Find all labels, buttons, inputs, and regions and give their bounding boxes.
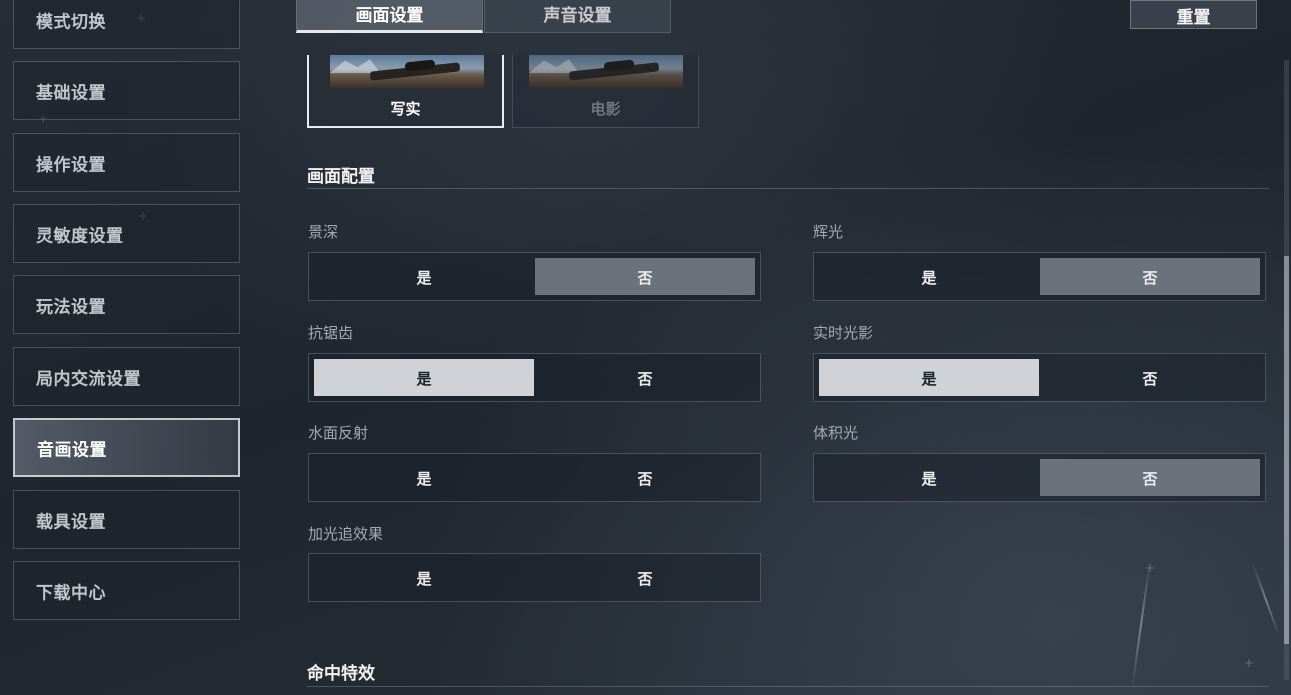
toggle-yes-label: 是 (921, 470, 937, 488)
sidebar-item-label: 玩法设置 (36, 297, 106, 317)
section-divider (307, 188, 1269, 189)
content-scrollbar[interactable] (1284, 60, 1289, 680)
toggle-yes-button[interactable]: 是 (819, 359, 1039, 396)
section-title-graphics-config: 画面配置 (307, 167, 375, 187)
preset-card-realistic[interactable]: 写实 (307, 55, 504, 128)
toggle-yes-button[interactable]: 是 (819, 258, 1039, 295)
option-label-realtime-shadows: 实时光影 (813, 324, 874, 342)
toggle-no-button[interactable]: 否 (1040, 258, 1260, 295)
sidebar-item-mode-switch[interactable]: 模式切换 (13, 0, 240, 49)
tab-video-settings[interactable]: 画面设置 (296, 0, 483, 33)
toggle-no-label: 否 (1142, 470, 1158, 488)
toggle-yes-label: 是 (921, 370, 937, 388)
toggle-yes-button[interactable]: 是 (314, 258, 534, 295)
sidebar-item-sensitivity-settings[interactable]: 灵敏度设置 (13, 204, 240, 263)
toggle-no-button[interactable]: 否 (535, 258, 755, 295)
toggle-yes-label: 是 (416, 370, 432, 388)
option-label-volumetric-light: 体积光 (813, 424, 859, 442)
sidebar-item-audio-video-settings[interactable]: 音画设置 (13, 418, 240, 477)
toggle-no-button[interactable]: 否 (535, 459, 755, 496)
option-label-bloom: 辉光 (813, 223, 844, 241)
toggle-yes-button[interactable]: 是 (314, 359, 534, 396)
toggle-yes-button[interactable]: 是 (314, 559, 534, 596)
background-crosshair-mark: + (1145, 561, 1156, 575)
toggle-no-button[interactable]: 否 (1040, 359, 1260, 396)
toggle-ray-tracing: 是 否 (308, 553, 761, 602)
toggle-no-label: 否 (637, 470, 653, 488)
toggle-no-label: 否 (637, 570, 653, 588)
toggle-volumetric-light: 是 否 (813, 453, 1266, 502)
section-title-hit-effects: 命中特效 (307, 664, 375, 684)
toggle-no-button[interactable]: 否 (535, 359, 755, 396)
toggle-no-label: 否 (637, 269, 653, 287)
sidebar-item-label: 基础设置 (36, 83, 106, 103)
toggle-yes-label: 是 (416, 570, 432, 588)
reset-button-label: 重置 (1176, 8, 1211, 28)
option-label-ray-tracing: 加光追效果 (308, 525, 384, 543)
background-crosshair-mark: + (1244, 656, 1255, 670)
toggle-water-reflection: 是 否 (308, 453, 761, 502)
sidebar-item-label: 模式切换 (36, 12, 106, 32)
sidebar-item-label: 下载中心 (36, 583, 106, 603)
sidebar-item-vehicle-settings[interactable]: 载具设置 (13, 490, 240, 549)
toggle-no-label: 否 (637, 370, 653, 388)
toggle-yes-label: 是 (416, 470, 432, 488)
sidebar-item-label: 载具设置 (36, 512, 106, 532)
sidebar-item-in-match-communication[interactable]: 局内交流设置 (13, 347, 240, 406)
scrollbar-thumb[interactable] (1284, 256, 1289, 644)
sidebar-item-download-center[interactable]: 下载中心 (13, 561, 240, 620)
toggle-anti-aliasing: 是 否 (308, 353, 761, 402)
sidebar-item-label: 操作设置 (36, 155, 106, 175)
tab-audio-settings[interactable]: 声音设置 (484, 0, 671, 33)
sidebar-item-label: 局内交流设置 (36, 369, 141, 389)
toggle-yes-button[interactable]: 是 (314, 459, 534, 496)
preset-thumbnail (529, 55, 683, 88)
tab-label: 画面设置 (355, 6, 424, 26)
toggle-yes-label: 是 (416, 269, 432, 287)
background-texture (1130, 560, 1152, 690)
section-divider (307, 686, 1269, 687)
toggle-no-label: 否 (1142, 269, 1158, 287)
option-label-depth-of-field: 景深 (308, 223, 339, 241)
toggle-depth-of-field: 是 否 (308, 252, 761, 301)
option-label-water-reflection: 水面反射 (308, 424, 369, 442)
toggle-yes-label: 是 (921, 269, 937, 287)
sidebar-item-basic-settings[interactable]: 基础设置 (13, 61, 240, 120)
preset-thumbnail (330, 55, 484, 88)
option-label-anti-aliasing: 抗锯齿 (308, 324, 354, 342)
sidebar-item-label: 音画设置 (37, 440, 107, 460)
toggle-realtime-shadows: 是 否 (813, 353, 1266, 402)
sidebar-item-control-settings[interactable]: 操作设置 (13, 133, 240, 192)
toggle-no-button[interactable]: 否 (535, 559, 755, 596)
toggle-bloom: 是 否 (813, 252, 1266, 301)
preset-label: 写实 (390, 100, 421, 118)
preset-card-cinematic[interactable]: 电影 (512, 55, 699, 128)
preset-label: 电影 (590, 100, 621, 118)
toggle-yes-button[interactable]: 是 (819, 459, 1039, 496)
sidebar-item-label: 灵敏度设置 (36, 226, 124, 246)
toggle-no-label: 否 (1142, 370, 1158, 388)
toggle-no-button[interactable]: 否 (1040, 459, 1260, 496)
sidebar-item-gameplay-settings[interactable]: 玩法设置 (13, 275, 240, 334)
background-texture (1251, 562, 1281, 638)
tab-label: 声音设置 (543, 6, 612, 26)
reset-button[interactable]: 重置 (1130, 0, 1257, 29)
